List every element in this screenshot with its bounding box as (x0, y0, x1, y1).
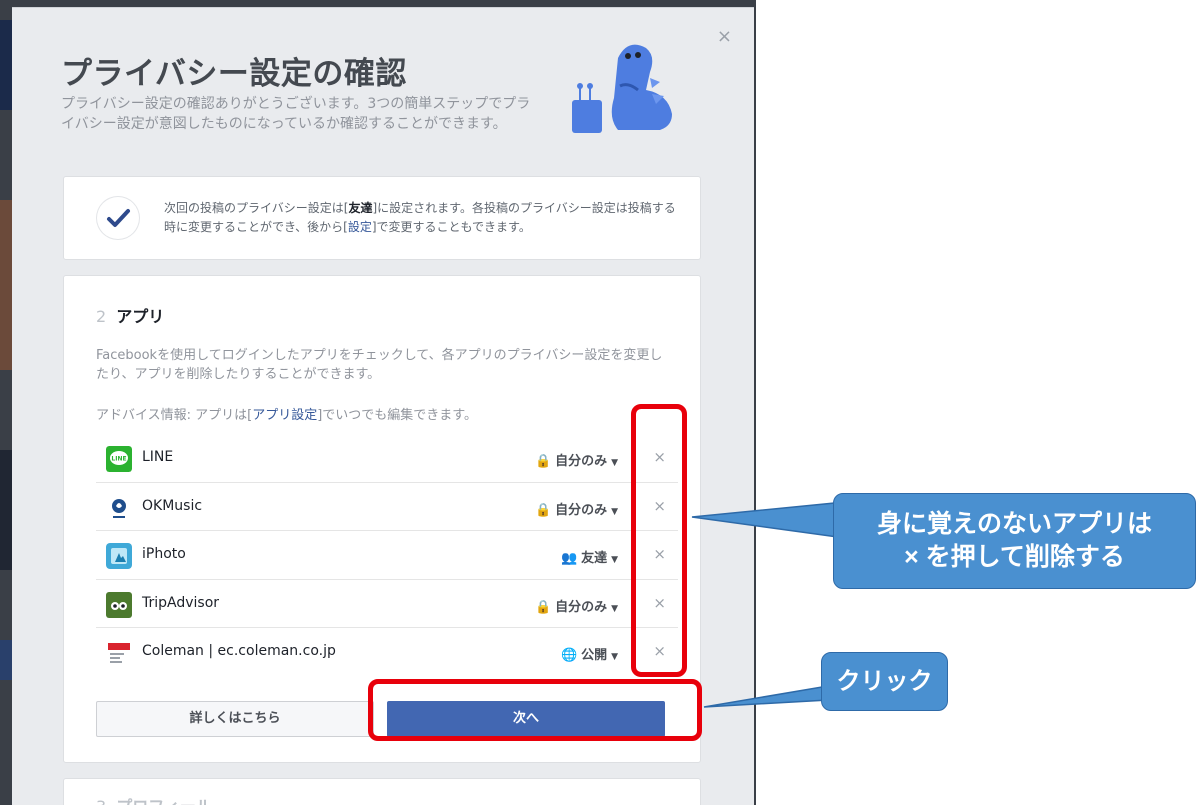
step-number: 3 (96, 797, 106, 805)
app-name: OKMusic (142, 497, 203, 514)
app-row-coleman: Coleman | ec.coleman.co.jp 🌐 公開 ▼ × (96, 628, 678, 677)
coleman-app-icon (106, 640, 132, 666)
callout-click: クリック (821, 652, 948, 711)
next-button[interactable]: 次へ (387, 701, 665, 737)
callout-text: 身に覚えのないアプリは (876, 510, 1152, 538)
privacy-selector[interactable]: 🔒 自分のみ ▼ (535, 450, 618, 469)
remove-app-button[interactable]: × (653, 642, 666, 660)
checkmark-icon (97, 197, 139, 239)
privacy-selector[interactable]: 🔒 自分のみ ▼ (535, 499, 618, 518)
privacy-checkup-dialog: × プライバシー設定の確認 プライバシー設定の確認ありがとうございます。3つの簡… (12, 7, 754, 805)
privacy-selector[interactable]: 🔒 自分のみ ▼ (535, 596, 618, 615)
globe-icon: 🌐 (561, 648, 578, 663)
advice-text-part: ]でいつでも編集できます。 (317, 408, 477, 423)
step-title: アプリ (116, 307, 165, 326)
close-icon[interactable]: × (717, 28, 732, 46)
app-settings-link[interactable]: アプリ設定 (252, 408, 317, 423)
profile-step-card: 3 プロフィール (63, 778, 701, 805)
app-row-okmusic: OKMusic 🔒 自分のみ ▼ × (96, 483, 678, 531)
lock-icon: 🔒 (535, 454, 552, 469)
lock-icon: 🔒 (535, 599, 552, 615)
apps-step-card: 2 アプリ Facebookを使用してログインしたアプリをチェックして、各アプリの… (63, 275, 701, 763)
advice-text: アドバイス情報: アプリは[アプリ設定]でいつでも編集できます。 (96, 404, 666, 423)
notice-text-part: ]で変更することもできます。 (371, 220, 531, 234)
learn-more-button[interactable]: 詳しくはこちら (96, 701, 374, 737)
caret-down-icon: ▼ (611, 458, 618, 468)
advice-text-part: アドバイス情報: アプリは[ (96, 408, 253, 423)
dialog-intro: プライバシー設定の確認ありがとうございます。3つの簡単ステップでプライバシー設定… (61, 96, 531, 132)
app-row-iphoto: iPhoto 👥 友達 ▼ × (96, 531, 678, 580)
caret-down-icon: ▼ (611, 506, 618, 517)
privacy-label: 友達 (581, 551, 608, 566)
privacy-label: 自分のみ (555, 454, 608, 469)
notice-text: 次回の投稿のプライバシー設定は[友達]に設定されます。各投稿のプライバシー設定は… (164, 199, 684, 237)
settings-link[interactable]: 設定 (348, 220, 372, 234)
callout-text: クリック (836, 668, 933, 695)
line-app-icon: LINE (106, 446, 132, 472)
remove-app-button[interactable]: × (653, 545, 666, 563)
caret-down-icon: ▼ (611, 555, 618, 565)
step-heading: 3 プロフィール (96, 793, 212, 805)
notice-text-part: 次回の投稿のプライバシー設定は[ (164, 201, 349, 215)
tripadvisor-app-icon (106, 591, 132, 618)
privacy-selector[interactable]: 👥 友達 ▼ (561, 547, 618, 566)
app-name: LINE (142, 449, 174, 465)
app-row-line: LINE LINE 🔒 自分のみ ▼ × (96, 434, 678, 483)
privacy-selector[interactable]: 🌐 公開 ▼ (561, 644, 618, 663)
remove-app-button[interactable]: × (653, 594, 666, 612)
step-description: Facebookを使用してログインしたアプリをチェックして、各アプリのプライバシ… (96, 348, 663, 382)
lock-icon: 🔒 (535, 502, 552, 518)
remove-app-button[interactable]: × (653, 448, 666, 466)
okmusic-app-icon (106, 494, 132, 521)
dialog-title: プライバシー設定の確認 (61, 56, 407, 92)
notice-bold-friends: 友達 (348, 201, 373, 215)
privacy-dinosaur-illustration (572, 44, 672, 133)
background-strip (0, 20, 12, 110)
caret-down-icon: ▼ (611, 652, 618, 662)
background-strip (0, 640, 12, 680)
app-list: LINE LINE 🔒自分のみ▼ × OKMusic 🔒自分のみ▼ × (96, 434, 678, 677)
remove-app-button[interactable]: × (653, 497, 666, 515)
step-heading: 2 アプリ (96, 303, 164, 327)
background-strip (0, 450, 12, 570)
app-row-tripadvisor: TripAdvisor 🔒 自分のみ ▼ × (96, 580, 678, 628)
friends-icon: 👥 (561, 551, 578, 566)
caret-down-icon: ▼ (611, 603, 618, 614)
privacy-label: 公開 (581, 648, 608, 663)
app-name: iPhoto (142, 546, 186, 562)
step-number: 2 (96, 307, 107, 326)
svg-text:LINE: LINE (111, 456, 126, 463)
step-title: プロフィール (116, 797, 212, 805)
privacy-label: 自分のみ (555, 502, 608, 518)
callout-text: × を押して削除する (904, 543, 1125, 571)
iphoto-app-icon (106, 543, 132, 569)
app-name: TripAdvisor (142, 594, 220, 611)
notice-card: 次回の投稿のプライバシー設定は[友達]に設定されます。各投稿のプライバシー設定は… (63, 176, 701, 260)
privacy-label: 自分のみ (555, 599, 608, 615)
background-strip (0, 200, 12, 370)
callout-remove-apps: 身に覚えのないアプリは × を押して削除する (833, 493, 1196, 589)
app-name: Coleman | ec.coleman.co.jp (142, 643, 336, 659)
